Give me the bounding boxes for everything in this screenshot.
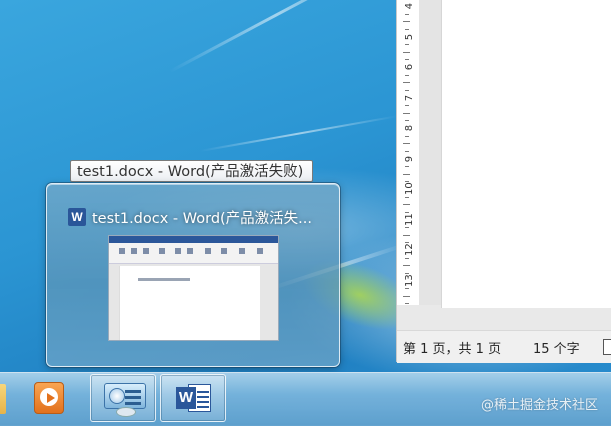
thumbnail-ribbon	[109, 243, 278, 264]
ruler-number: 13	[404, 273, 415, 287]
status-bar: 第 1 页，共 1 页 15 个字	[397, 330, 611, 363]
word-window[interactable]: 4 5 6 7 8 9 10 11 12 13 第 1 页，共 1 页 15 个字	[396, 0, 611, 363]
ruler-number: 10	[404, 182, 415, 195]
wallpaper-streak	[199, 115, 398, 152]
ruler-tick	[405, 257, 409, 259]
page-count[interactable]: 第 1 页，共 1 页	[403, 338, 501, 357]
ruler-tick	[403, 265, 410, 267]
ruler-tick	[405, 196, 409, 198]
ruler-tick	[403, 51, 410, 53]
ruler-tick	[403, 21, 410, 23]
control-panel-icon	[104, 383, 146, 417]
ruler-tick	[405, 13, 409, 15]
ruler-number: 11	[404, 212, 415, 226]
ruler-tick	[405, 74, 409, 76]
play-icon	[47, 393, 55, 403]
thumbnail-title-label: test1.docx - Word(产品激活失...	[92, 210, 313, 227]
ruler-tick	[403, 204, 410, 206]
thumbnail-page	[119, 266, 260, 340]
thumbnail-window-image[interactable]	[108, 235, 279, 341]
vertical-ruler[interactable]: 4 5 6 7 8 9 10 11 12 13	[397, 0, 420, 305]
ruler-number: 5	[404, 33, 415, 40]
ruler-tick	[405, 105, 409, 107]
media-player-icon[interactable]	[34, 382, 64, 414]
ruler-tick	[405, 303, 409, 305]
ruler-tick	[405, 150, 409, 152]
ruler-number: 7	[404, 94, 415, 101]
word-count[interactable]: 15 个字	[533, 338, 580, 357]
ruler-tick	[403, 112, 410, 114]
view-mode-icon[interactable]	[603, 339, 611, 355]
ruler-margin	[419, 0, 441, 305]
thumbnail-title[interactable]: test1.docx - Word(产品激活失...	[68, 206, 328, 228]
wallpaper-streak	[169, 0, 383, 73]
taskbar-tooltip: test1.docx - Word(产品激活失败)	[70, 160, 313, 182]
ruler-tick	[403, 82, 410, 84]
folder-icon[interactable]	[0, 384, 6, 414]
ruler-number: 12	[404, 243, 415, 256]
ruler-tick	[405, 166, 409, 168]
watermark: @稀土掘金技术社区	[481, 398, 599, 413]
ruler-number: 8	[404, 124, 415, 132]
ruler-number: 4	[404, 2, 415, 10]
thumbnail-text-line	[138, 278, 190, 281]
document-page[interactable]	[441, 0, 611, 308]
ruler-tick	[405, 89, 409, 91]
ruler-tick	[403, 173, 410, 175]
thumbnail-titlebar	[109, 236, 278, 243]
ruler-tick	[405, 288, 409, 290]
word-icon: W	[176, 383, 212, 413]
ruler-tick	[405, 44, 409, 46]
ruler-tick	[405, 135, 409, 137]
ruler-number: 9	[404, 155, 415, 162]
ruler-tick	[403, 234, 410, 236]
ruler-tick	[403, 143, 410, 145]
ruler-tick	[405, 28, 409, 30]
ruler-tick	[405, 227, 409, 229]
ruler-number: 6	[404, 63, 415, 71]
ruler-tick	[403, 295, 410, 297]
word-icon	[68, 208, 86, 226]
